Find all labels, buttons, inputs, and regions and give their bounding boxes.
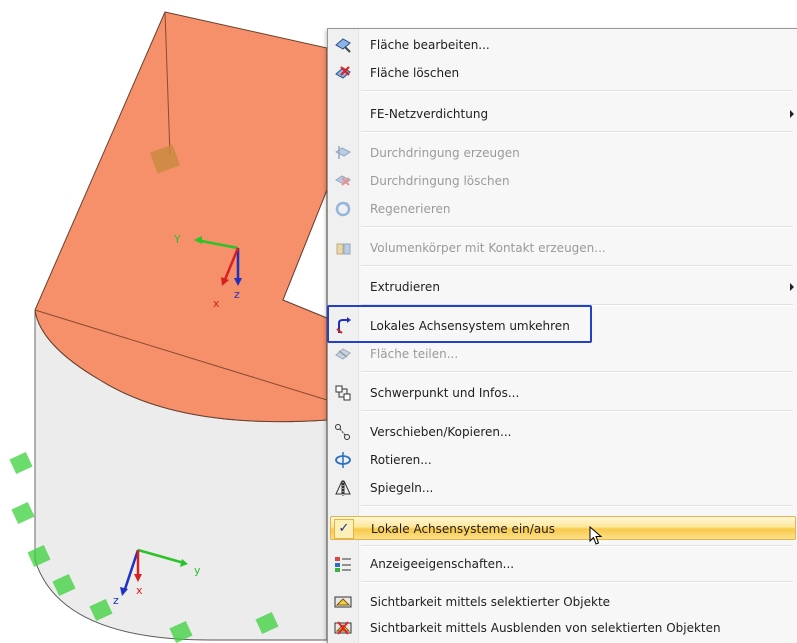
menu-item-label: Schwerpunkt und Infos... <box>370 386 520 400</box>
menu-item-create-intersection[interactable]: Durchdringung erzeugen <box>330 141 796 165</box>
menu-separator <box>361 371 793 373</box>
edit-surface-icon <box>335 38 351 53</box>
menu-item-rotate[interactable]: Rotieren... <box>330 448 796 472</box>
delete-intersection-icon <box>335 175 351 186</box>
menu-item-label: Fläche bearbeiten... <box>370 38 490 52</box>
menu-item-centroid-info[interactable]: Schwerpunkt und Infos... <box>330 381 796 405</box>
contact-solid-icon <box>336 243 351 255</box>
menu-item-label: Extrudieren <box>370 280 440 294</box>
visibility-selected-icon <box>334 596 352 608</box>
orange-surface[interactable] <box>34 11 328 423</box>
menu-item-regenerate[interactable]: Regenerieren <box>330 197 796 221</box>
rotate-icon <box>335 452 351 468</box>
svg-text:y: y <box>194 564 201 577</box>
menu-separator <box>361 226 793 228</box>
svg-text:x: x <box>213 297 220 310</box>
menu-item-edit-surface[interactable]: Fläche bearbeiten... <box>330 33 796 57</box>
menu-item-label: Verschieben/Kopieren... <box>370 425 512 439</box>
menu-item-label: Rotieren... <box>370 453 432 467</box>
menu-item-label: Spiegeln... <box>370 481 434 495</box>
menu-item-visibility-hide-selected[interactable]: Sichtbarkeit mittels Ausblenden von sele… <box>330 616 796 640</box>
centroid-info-icon <box>335 385 351 401</box>
menu-item-fe-mesh-refinement[interactable]: FE-Netzverdichtung <box>330 102 796 126</box>
menu-item-mirror[interactable]: Spiegeln... <box>330 476 796 500</box>
menu-separator <box>361 505 793 507</box>
reverse-axis-icon <box>336 317 351 334</box>
menu-item-label: Anzeigeeigenschaften... <box>370 557 515 571</box>
menu-separator <box>361 265 793 267</box>
menu-item-delete-surface[interactable]: Fläche löschen <box>330 61 796 85</box>
menu-item-divide-surface[interactable]: Fläche teilen... <box>330 342 796 366</box>
menu-separator <box>361 410 793 412</box>
menu-item-label: Sichtbarkeit mittels selektierter Objekt… <box>370 595 611 609</box>
create-intersection-icon <box>335 146 351 159</box>
menu-item-label: Durchdringung erzeugen <box>370 146 520 160</box>
menu-item-label: Volumenkörper mit Kontakt erzeugen... <box>370 241 606 255</box>
menu-item-label: Fläche teilen... <box>370 347 459 361</box>
menu-item-label: Fläche löschen <box>370 66 460 80</box>
divide-surface-icon <box>335 348 351 360</box>
menu-item-label: Regenerieren <box>370 202 451 216</box>
checkmark-icon: ✓ <box>334 519 354 539</box>
move-copy-icon <box>335 424 350 440</box>
context-menu: Fläche bearbeiten... Fläche löschen FE-N… <box>327 28 797 643</box>
menu-separator <box>361 90 793 92</box>
menu-item-toggle-local-axes[interactable]: ✓ Lokale Achsensysteme ein/aus <box>330 516 796 545</box>
delete-surface-icon <box>335 66 351 79</box>
submenu-arrow-icon <box>790 110 794 118</box>
menu-separator <box>361 131 793 133</box>
menu-item-create-contact-solid[interactable]: Volumenkörper mit Kontakt erzeugen... <box>330 236 796 260</box>
regenerate-icon <box>335 201 351 217</box>
menu-item-label: Durchdringung löschen <box>370 174 510 188</box>
visibility-hide-selected-icon <box>334 621 352 635</box>
menu-item-move-copy[interactable]: Verschieben/Kopieren... <box>330 420 796 444</box>
menu-item-label: Lokale Achsensysteme ein/aus <box>371 522 556 536</box>
menu-item-label: Lokales Achsensystem umkehren <box>370 319 570 333</box>
svg-text:Y: Y <box>173 233 181 246</box>
menu-separator <box>361 304 793 306</box>
svg-text:z: z <box>113 594 119 607</box>
submenu-arrow-icon <box>790 283 794 291</box>
menu-item-delete-intersection[interactable]: Durchdringung löschen <box>330 169 796 193</box>
menu-separator <box>361 581 793 583</box>
mouse-cursor-icon <box>589 526 603 545</box>
menu-item-reverse-local-axis[interactable]: Lokales Achsensystem umkehren <box>330 314 796 338</box>
menu-item-label: FE-Netzverdichtung <box>370 107 489 121</box>
svg-text:x: x <box>136 584 143 597</box>
menu-item-extrude[interactable]: Extrudieren <box>330 275 796 299</box>
menu-item-display-properties[interactable]: Anzeigeeigenschaften... <box>330 552 796 576</box>
display-properties-icon <box>335 557 351 572</box>
mirror-icon <box>335 480 351 496</box>
svg-text:z: z <box>234 288 240 301</box>
menu-item-label: Sichtbarkeit mittels Ausblenden von sele… <box>370 621 721 635</box>
menu-separator <box>361 545 793 547</box>
menu-item-visibility-selected[interactable]: Sichtbarkeit mittels selektierter Objekt… <box>330 590 796 614</box>
